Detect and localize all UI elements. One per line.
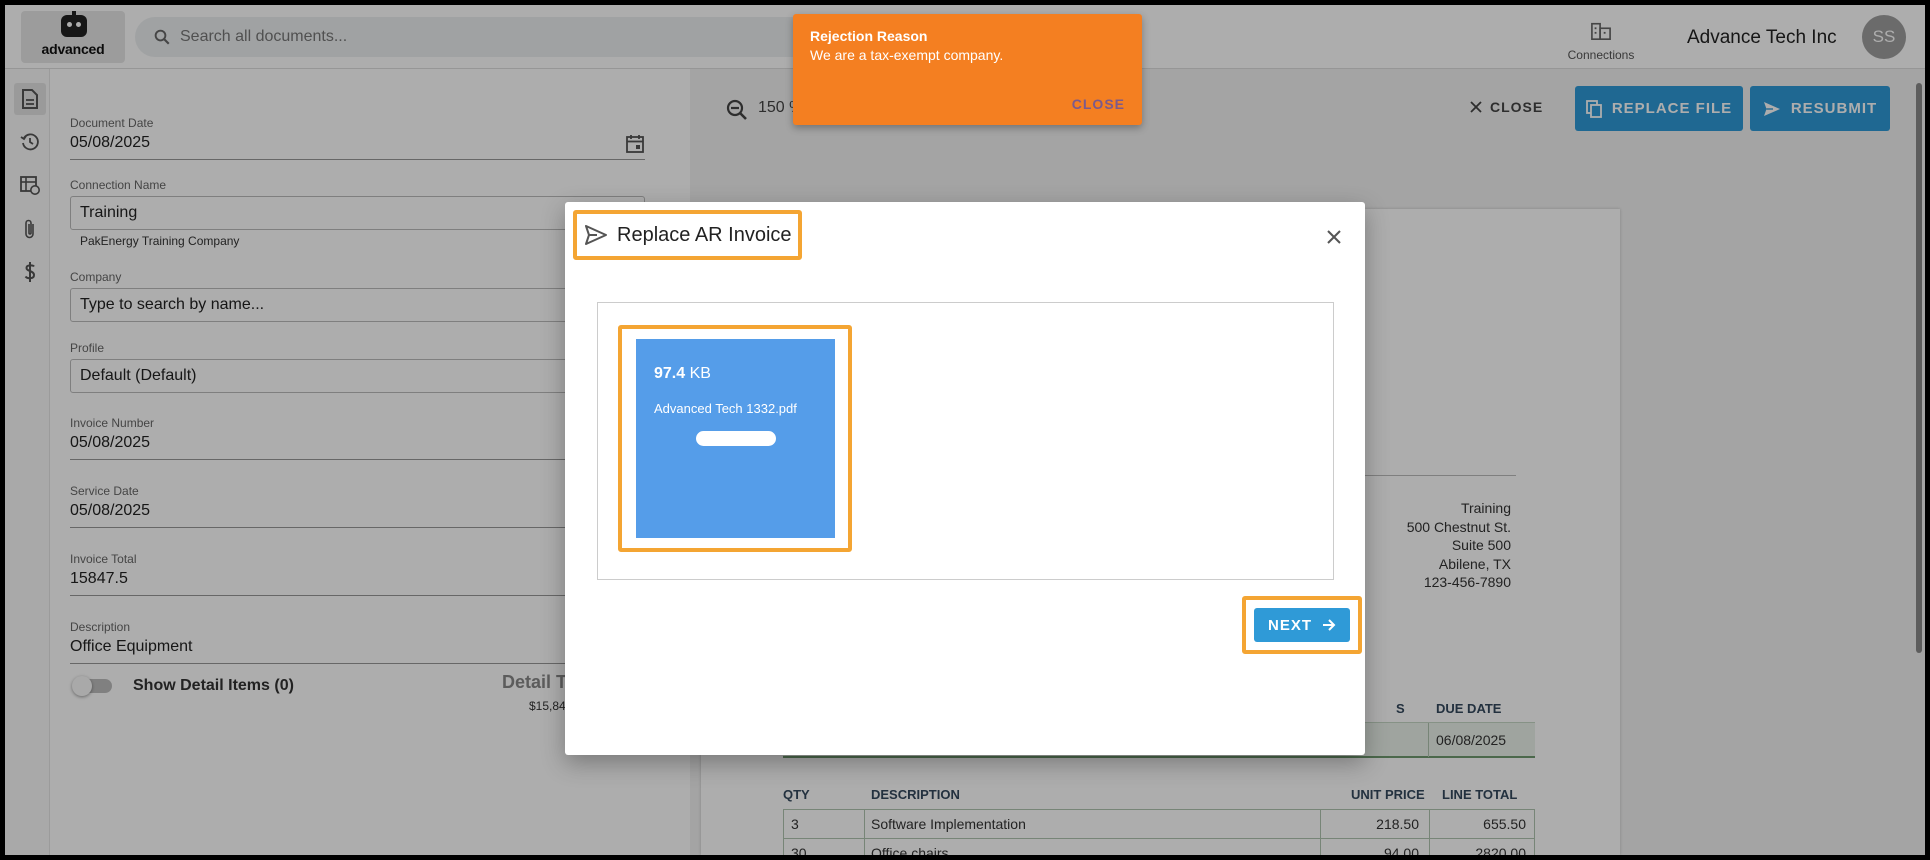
file-size-number: 97.4 [654, 365, 686, 382]
next-button-highlight: NEXT [1242, 596, 1362, 654]
file-name: Advanced Tech 1332.pdf [654, 401, 797, 416]
dialog-title: Replace AR Invoice [573, 210, 802, 260]
file-preview-highlight: 97.4 KB Advanced Tech 1332.pdf [618, 325, 852, 552]
toast-title: Rejection Reason [810, 28, 928, 44]
file-size: 97.4 KB [654, 365, 711, 383]
rejection-toast: Rejection Reason We are a tax-exempt com… [793, 14, 1142, 125]
next-button[interactable]: NEXT [1254, 608, 1350, 642]
file-preview-card[interactable]: 97.4 KB Advanced Tech 1332.pdf [636, 339, 835, 538]
file-dropzone[interactable]: 97.4 KB Advanced Tech 1332.pdf [597, 302, 1334, 580]
toast-message: We are a tax-exempt company. [810, 47, 1004, 63]
file-size-unit: KB [689, 365, 711, 382]
dialog-title-text: Replace AR Invoice [617, 223, 792, 246]
next-label: NEXT [1267, 616, 1312, 634]
send-icon [585, 225, 607, 245]
replace-invoice-dialog: Replace AR Invoice 97.4 KB Advanced Tech… [565, 202, 1365, 755]
arrow-right-icon [1323, 619, 1336, 631]
toast-close-button[interactable]: CLOSE [1072, 96, 1125, 112]
upload-progress-bar [696, 431, 776, 446]
dialog-close-button[interactable] [1319, 222, 1349, 252]
close-icon [1327, 230, 1341, 244]
